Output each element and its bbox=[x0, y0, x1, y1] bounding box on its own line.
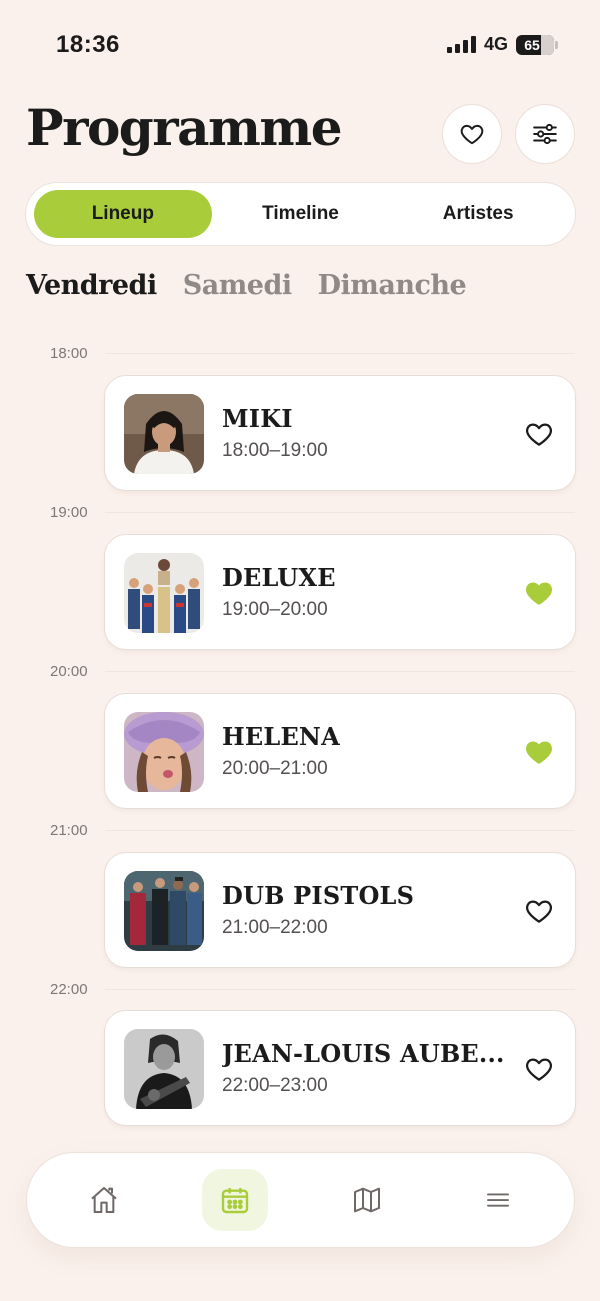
heart-outline-icon bbox=[526, 900, 552, 923]
network-type: 4G bbox=[483, 34, 508, 54]
tab-lineup[interactable]: Lineup bbox=[34, 190, 212, 238]
hour-divider bbox=[105, 830, 575, 831]
artist-photo bbox=[124, 553, 204, 633]
artist-name: JEAN-LOUIS AUBE... bbox=[222, 1039, 505, 1068]
nav-menu[interactable] bbox=[465, 1169, 531, 1231]
day-tab-vendredi[interactable]: Vendredi bbox=[26, 270, 157, 301]
favorites-button[interactable] bbox=[442, 104, 502, 164]
nav-programme[interactable] bbox=[202, 1169, 268, 1231]
favorite-toggle[interactable] bbox=[523, 736, 555, 768]
artist-name: DELUXE bbox=[222, 563, 336, 592]
status-indicators: 4G 65 bbox=[446, 34, 558, 55]
favorite-toggle[interactable] bbox=[523, 895, 555, 927]
tab-artistes[interactable]: Artistes bbox=[389, 190, 567, 238]
status-time: 18:36 bbox=[56, 31, 120, 58]
hour-divider bbox=[105, 671, 575, 672]
heart-filled-icon bbox=[526, 741, 552, 764]
lineup-card-dub-pistols[interactable]: DUB PISTOLS 21:00–22:00 bbox=[104, 852, 576, 968]
lineup-card-jean-louis-aubert[interactable]: JEAN-LOUIS AUBE... 22:00–23:00 bbox=[104, 1010, 576, 1126]
slot-time: 19:00–20:00 bbox=[222, 599, 328, 620]
day-tab-dimanche[interactable]: Dimanche bbox=[318, 270, 467, 301]
favorite-toggle[interactable] bbox=[523, 1053, 555, 1085]
view-switcher: Lineup Timeline Artistes bbox=[25, 182, 576, 246]
hour-label: 22:00 bbox=[50, 981, 88, 998]
page-title: Programme bbox=[26, 98, 343, 157]
filter-button[interactable] bbox=[515, 104, 575, 164]
slot-time: 20:00–21:00 bbox=[222, 758, 328, 779]
favorite-toggle[interactable] bbox=[523, 418, 555, 450]
slot-time: 18:00–19:00 bbox=[222, 440, 328, 461]
hour-label: 20:00 bbox=[50, 663, 88, 680]
lineup-card-helena[interactable]: HELENA 20:00–21:00 bbox=[104, 693, 576, 809]
tab-timeline[interactable]: Timeline bbox=[212, 190, 390, 238]
nav-home[interactable] bbox=[71, 1169, 137, 1231]
artist-name: HELENA bbox=[222, 722, 340, 751]
sliders-icon bbox=[533, 123, 557, 145]
artist-photo bbox=[124, 394, 204, 474]
calendar-icon bbox=[221, 1188, 249, 1214]
hour-label: 21:00 bbox=[50, 822, 88, 839]
signal-icon bbox=[446, 36, 476, 53]
heart-filled-icon bbox=[526, 582, 552, 605]
artist-photo bbox=[124, 712, 204, 792]
hour-divider bbox=[105, 989, 575, 990]
hour-label: 18:00 bbox=[50, 345, 88, 362]
artist-photo bbox=[124, 871, 204, 951]
day-tab-samedi[interactable]: Samedi bbox=[183, 270, 292, 301]
home-icon bbox=[91, 1187, 117, 1213]
day-tabs: Vendredi Samedi Dimanche bbox=[26, 270, 467, 301]
heart-outline-icon bbox=[460, 124, 484, 145]
lineup-card-miki[interactable]: MIKI 18:00–19:00 bbox=[104, 375, 576, 491]
battery-level: 65 bbox=[524, 36, 540, 53]
artist-name: MIKI bbox=[222, 404, 293, 433]
lineup-card-deluxe[interactable]: DELUXE 19:00–20:00 bbox=[104, 534, 576, 650]
slot-time: 22:00–23:00 bbox=[222, 1075, 328, 1096]
hour-divider bbox=[105, 512, 575, 513]
heart-outline-icon bbox=[526, 423, 552, 446]
status-bar: 18:36 4G 65 bbox=[0, 0, 600, 90]
artist-name: DUB PISTOLS bbox=[222, 881, 415, 910]
hour-label: 19:00 bbox=[50, 504, 88, 521]
artist-photo bbox=[124, 1029, 204, 1109]
bottom-nav bbox=[26, 1152, 575, 1248]
hour-divider bbox=[105, 353, 575, 354]
favorite-toggle[interactable] bbox=[523, 577, 555, 609]
nav-map[interactable] bbox=[334, 1169, 400, 1231]
battery-icon: 65 bbox=[516, 34, 558, 55]
map-icon bbox=[354, 1187, 380, 1213]
menu-icon bbox=[487, 1193, 509, 1207]
slot-time: 21:00–22:00 bbox=[222, 917, 328, 938]
heart-outline-icon bbox=[526, 1058, 552, 1081]
